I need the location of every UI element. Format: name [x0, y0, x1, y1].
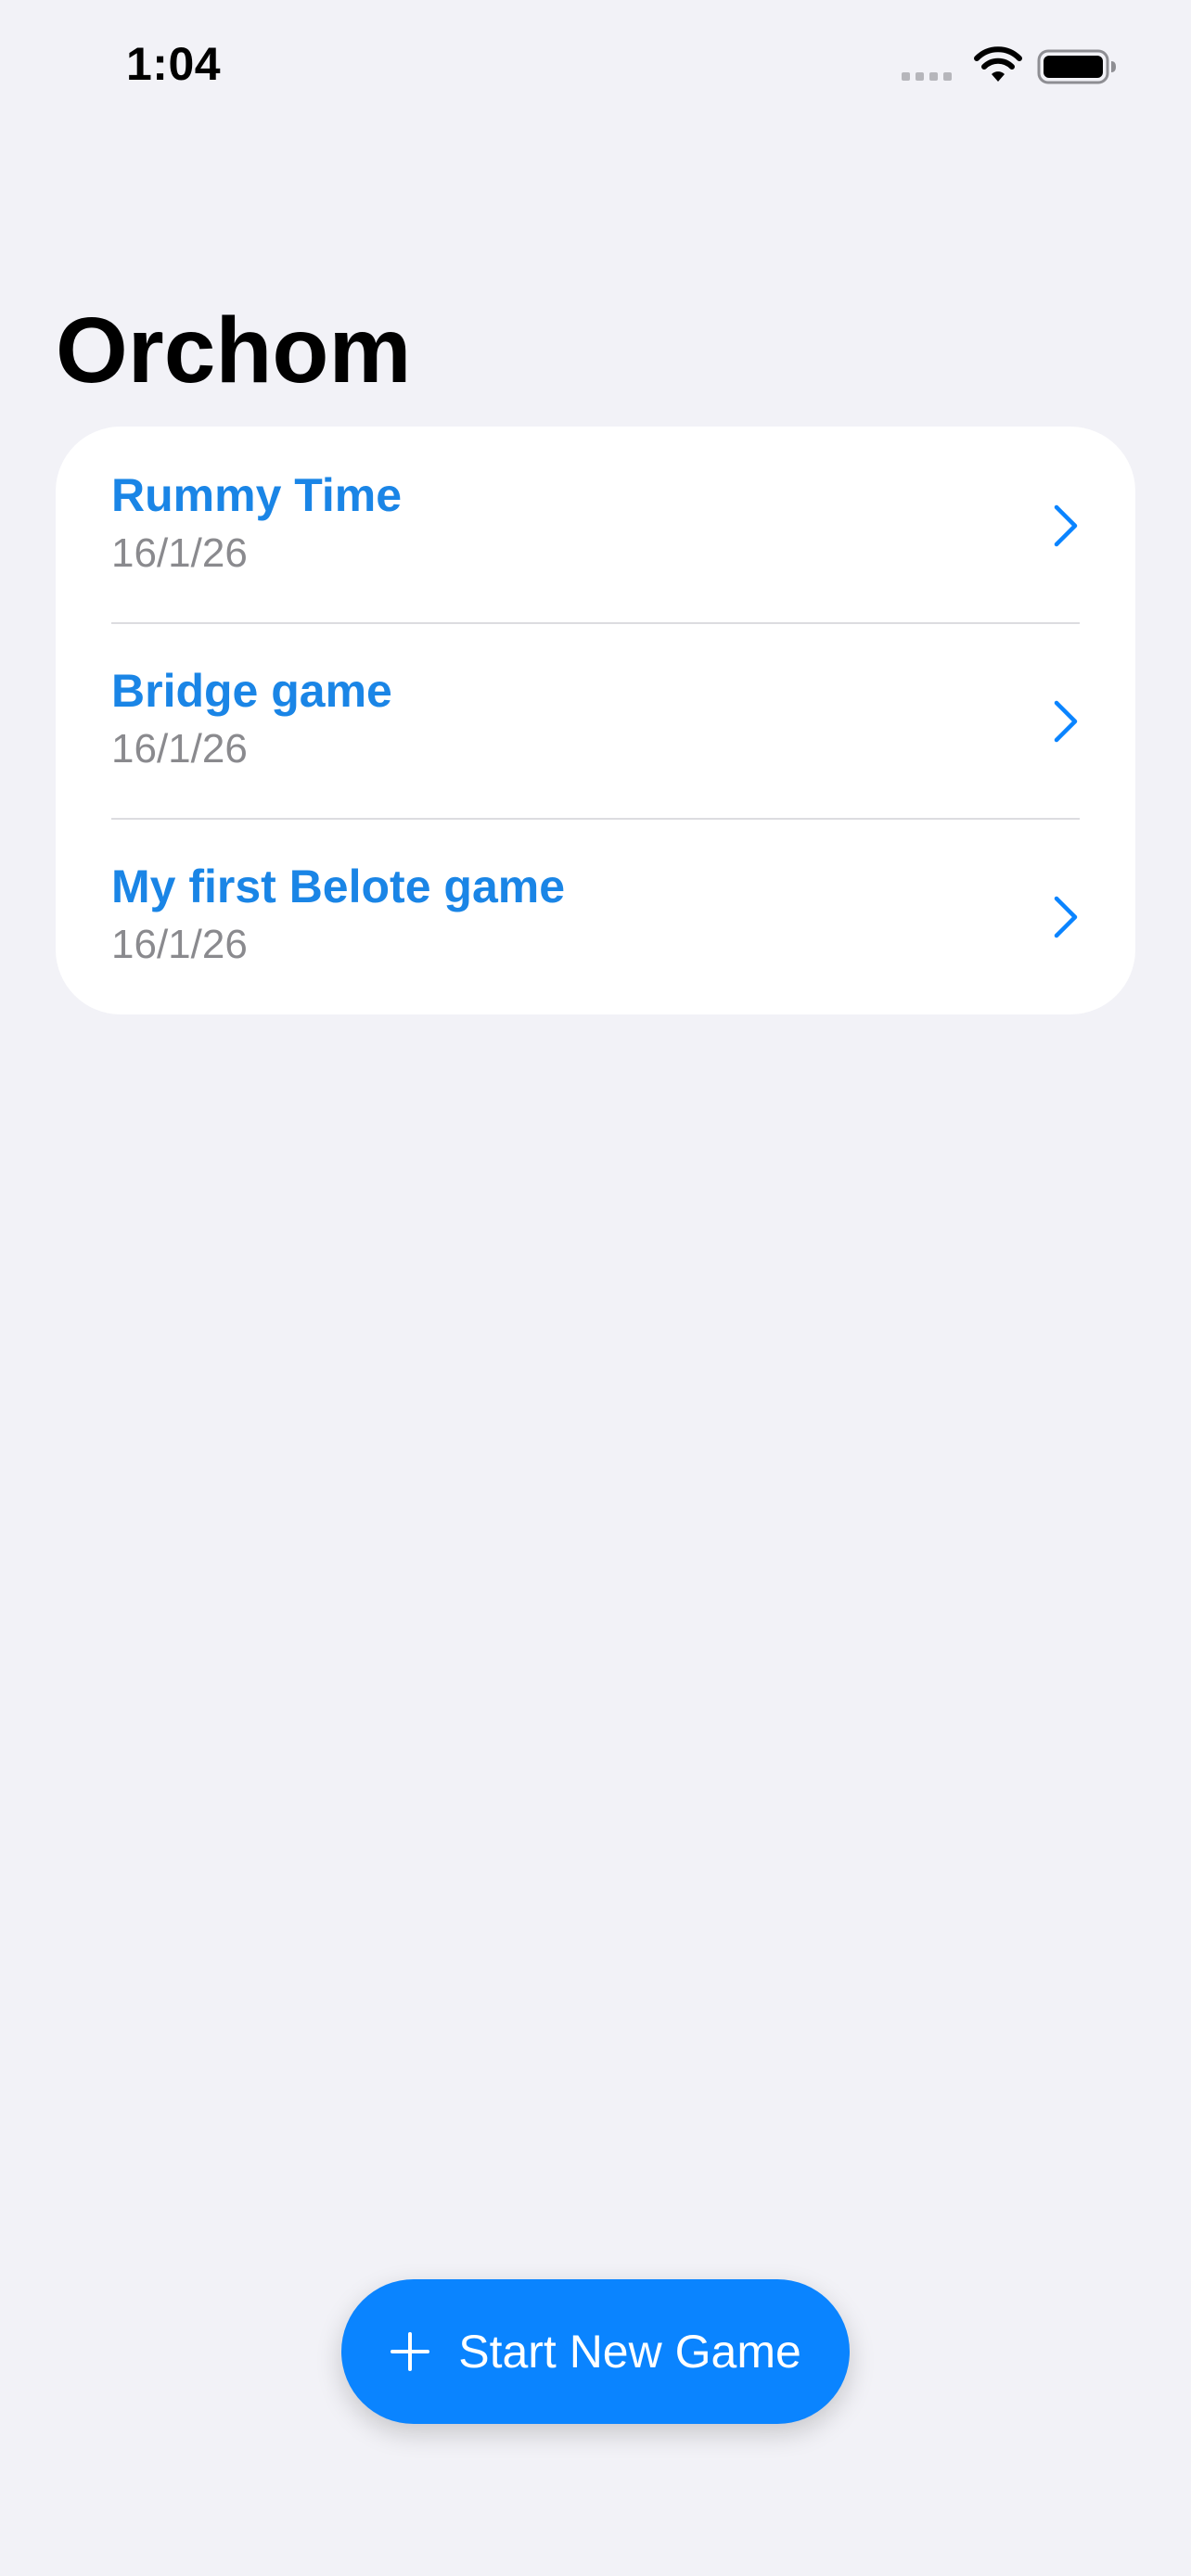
chevron-right-icon — [1054, 700, 1078, 743]
game-title: Rummy Time — [111, 469, 403, 521]
wifi-icon — [974, 46, 1022, 82]
game-date: 16/1/26 — [111, 726, 248, 772]
page-title: Orchom — [56, 299, 412, 402]
game-date: 16/1/26 — [111, 530, 248, 576]
plus-icon — [391, 2332, 430, 2371]
game-date: 16/1/26 — [111, 922, 248, 967]
start-new-game-label: Start New Game — [458, 2326, 801, 2378]
status-bar: 1:04 — [0, 0, 1191, 139]
status-time: 1:04 — [126, 38, 222, 90]
battery-icon — [1037, 49, 1116, 84]
game-row-rummy-time[interactable]: Rummy Time 16/1/26 — [56, 427, 1135, 622]
game-row-bridge-game[interactable]: Bridge game 16/1/26 — [56, 622, 1135, 818]
chevron-right-icon — [1054, 504, 1078, 547]
game-title: My first Belote game — [111, 861, 566, 912]
chevron-right-icon — [1054, 896, 1078, 938]
cellular-signal-icon — [902, 72, 952, 81]
game-title: Bridge game — [111, 665, 392, 717]
games-list: Rummy Time 16/1/26 Bridge game 16/1/26 M… — [56, 427, 1135, 1014]
start-new-game-button[interactable]: Start New Game — [341, 2279, 850, 2424]
game-row-my-first-belote-game[interactable]: My first Belote game 16/1/26 — [56, 818, 1135, 1014]
